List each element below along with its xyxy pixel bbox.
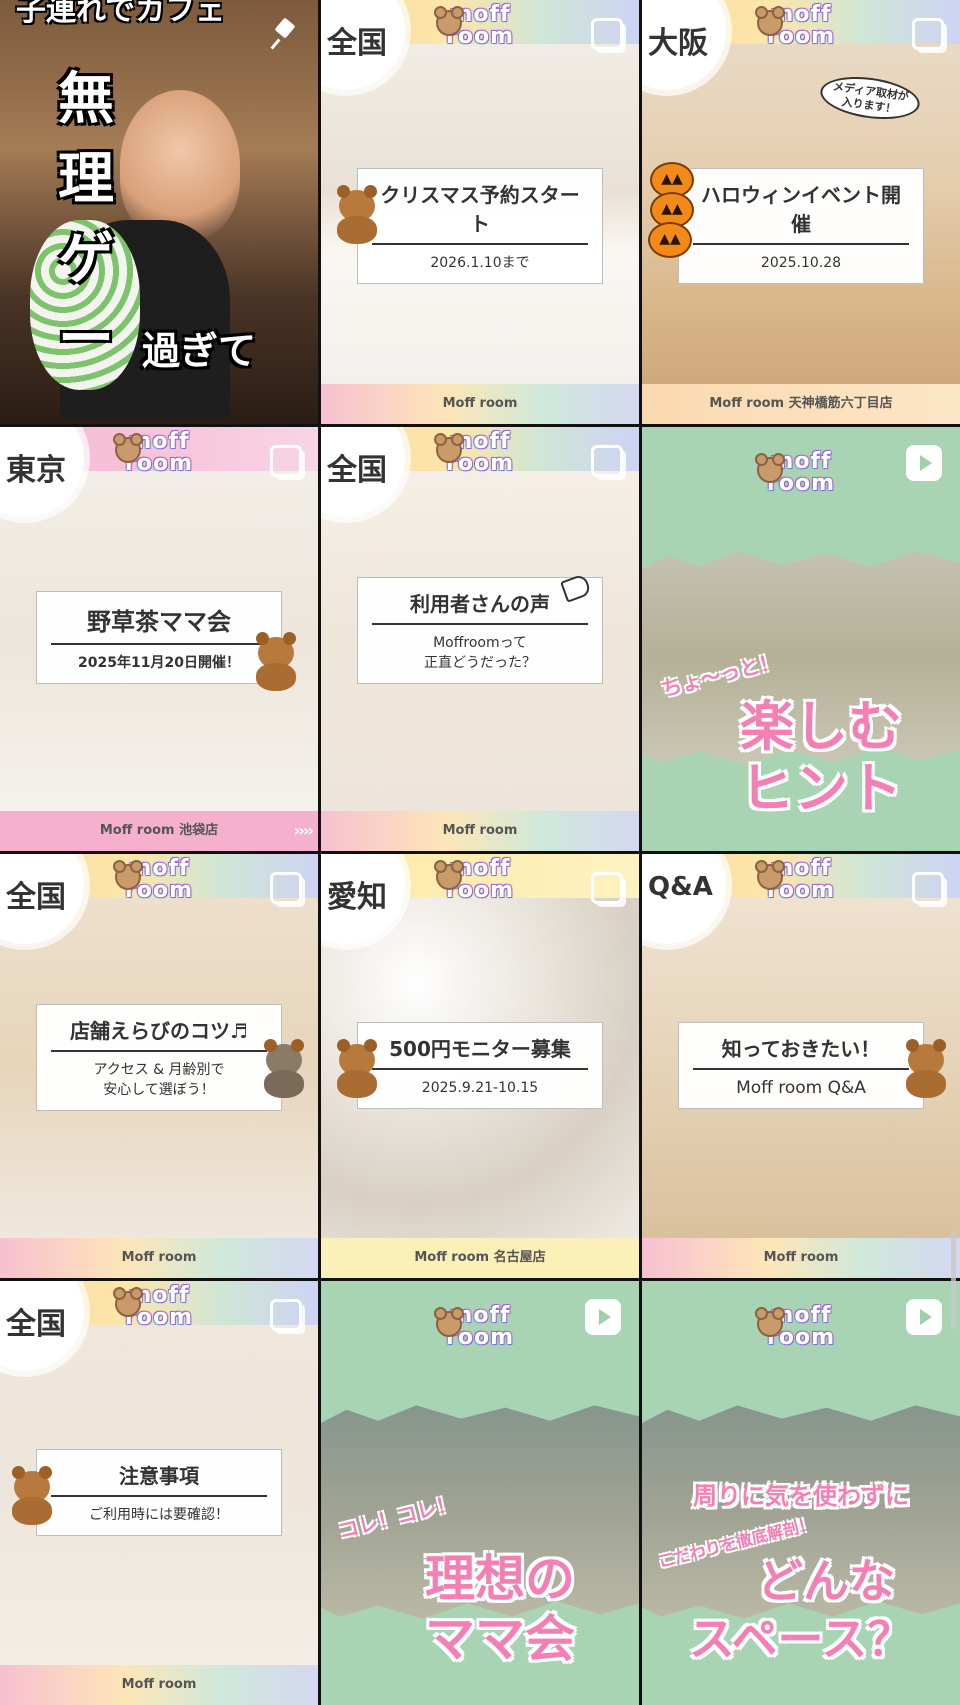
play-icon [906,1299,942,1335]
post-tile-user-voices[interactable]: moff room 全国 利用者さんの声 Moffroomって 正直どうだった？ … [321,427,639,851]
footer-band: Moff room [0,1238,318,1278]
footer-band: Moff room [321,384,639,424]
post-tile-reel-space[interactable]: moff room 周りに気を使わずに こだわりを徹底解剖！ どんな スペース？ [642,1281,960,1705]
moff-room-logo: moff room [755,1305,843,1357]
card-title: 野草茶ママ会 [51,592,267,645]
post-card: ハロウィンイベント開催 2025.10.28 [678,168,924,284]
overlay-vertical-text: 無理ゲー [58,67,114,372]
card-subtitle: Moffroomって 正直どうだった？ [424,635,536,671]
card-title: 注意事項 [51,1450,267,1497]
carousel-icon [270,445,302,477]
post-tile-halloween[interactable]: moff room 大阪 メディア取材が 入ります！ ハロウィンイベント開催 20… [642,0,960,424]
moff-room-logo: moff room [755,4,843,56]
card-title: 知っておきたい！ [693,1023,909,1070]
region-badge: 全国 [321,427,405,517]
profile-post-grid: 子連れでカフェ 無理ゲー 過ぎて moff room 全国 クリスマス予約スタート… [0,0,960,1705]
carousel-icon [270,1299,302,1331]
region-badge: 全国 [0,1281,84,1371]
reel-big-text-1: どんな [757,1554,895,1608]
post-card: クリスマス予約スタート 2026.1.10まで [357,168,603,284]
play-icon [906,445,942,481]
moff-room-logo: moff room [755,858,843,910]
moff-room-logo: moff room [434,431,522,483]
carousel-icon [591,445,623,477]
teddy-bear-icon [331,1039,383,1098]
reel-big-text-2: ママ会 [425,1610,575,1668]
megaphone-icon [557,571,597,603]
card-title: クリスマス予約スタート [372,169,588,245]
card-subtitle: アクセス & 月齢別で 安心して選ぼう！ [93,1062,225,1098]
footer-label: Moff room 池袋店 [99,823,219,838]
moff-room-logo: moff room [434,858,522,910]
card-title: 利用者さんの声 [372,578,588,625]
post-card: 野草茶ママ会 2025年11月20日開催！ [36,591,282,684]
region-badge: 大阪 [642,0,726,90]
moff-room-logo: moff room [113,1285,201,1337]
footer-band: Moff room 天神橋筋六丁目店 [642,384,960,424]
carousel-icon [270,872,302,904]
post-card: 500円モニター募集 2025.9.21-10.15 [357,1022,603,1109]
overlay-top-text: 子連れでカフェ [16,0,226,28]
card-subtitle: Moff room Q&A [736,1078,866,1098]
card-title: 500円モニター募集 [372,1023,588,1070]
teddy-bear-icon [6,1466,58,1525]
footer-band: Moff room [0,1665,318,1705]
post-tile-store-tips[interactable]: moff room 全国 店舗えらびのコツ♬ アクセス & 月齢別で 安心して選ぼ… [0,854,318,1278]
region-badge: 全国 [321,0,405,90]
card-title: ハロウィンイベント開催 [693,169,909,245]
card-subtitle: 2025.9.21-10.15 [421,1080,539,1096]
overlay-side-text: 過ぎて [142,329,257,373]
card-subtitle: 2026.1.10まで [430,255,530,271]
moff-room-logo: moff room [434,4,522,56]
post-tile-cafe[interactable]: 子連れでカフェ 無理ゲー 過ぎて [0,0,318,424]
footer-band: Moff room 池袋店 ›››› [0,811,318,851]
teddy-bear-icon [900,1039,952,1098]
reel-big-text-2: ヒント [740,757,902,820]
post-card: 知っておきたい！ Moff room Q&A [678,1022,924,1109]
moff-room-logo: moff room [434,1305,522,1357]
carousel-icon [912,18,944,50]
reel-big-text-1: 楽しむ [740,695,902,758]
chevron-right-icon: ›››› [293,821,314,840]
scrollbar[interactable] [951,1230,956,1330]
play-icon [585,1299,621,1335]
footer-band: Moff room 名古屋店 [321,1238,639,1278]
moff-room-logo: moff room [113,431,201,483]
teddy-bear-icon [250,632,302,691]
teddy-bear-icon [258,1039,310,1098]
carousel-icon [591,872,623,904]
pin-icon [272,20,298,46]
region-badge: 全国 [0,854,84,944]
card-subtitle: 2025.10.28 [760,255,842,271]
region-badge: 愛知 [321,854,405,944]
carousel-icon [912,872,944,904]
post-card: 注意事項 ご利用時には要確認！ [36,1449,282,1536]
footer-band: Moff room [321,811,639,851]
post-tile-notes[interactable]: moff room 全国 注意事項 ご利用時には要確認！ Moff room [0,1281,318,1705]
post-tile-reel-mama-party[interactable]: moff room コレ！コレ！ 理想の ママ会 [321,1281,639,1705]
carousel-icon [591,18,623,50]
photo-mother [120,90,240,240]
footer-band: Moff room [642,1238,960,1278]
card-subtitle: 2025年11月20日開催！ [78,655,240,671]
teddy-bear-icon [331,185,383,244]
card-title: 店舗えらびのコツ♬ [51,1005,267,1052]
media-bubble: メディア取材が 入ります！ [817,71,923,125]
post-tile-christmas[interactable]: moff room 全国 クリスマス予約スタート 2026.1.10まで Moff… [321,0,639,424]
reel-big-text-1: 理想の [425,1550,575,1608]
reel-big-text-2: スペース？ [688,1612,914,1666]
post-tile-qa[interactable]: moff room Q&A 知っておきたい！ Moff room Q&A Moff… [642,854,960,1278]
moff-room-logo: moff room [113,858,201,910]
reel-top-text: 周りに気を使わずに [693,1482,909,1510]
post-tile-herbal-tea[interactable]: moff room 東京 野草茶ママ会 2025年11月20日開催！ Moff r… [0,427,318,851]
post-tile-reel-hints[interactable]: moff room ちょ〜っと！ 楽しむ ヒント [642,427,960,851]
region-badge: 東京 [0,427,84,517]
region-badge: Q&A [642,854,726,944]
moff-room-logo: moff room [755,451,843,503]
pumpkin-icon: ▲▲ [648,222,692,258]
post-tile-monitor[interactable]: moff room 愛知 500円モニター募集 2025.9.21-10.15 M… [321,854,639,1278]
post-card: 店舗えらびのコツ♬ アクセス & 月齢別で 安心して選ぼう！ [36,1004,282,1111]
card-subtitle: ご利用時には要確認！ [89,1507,229,1523]
